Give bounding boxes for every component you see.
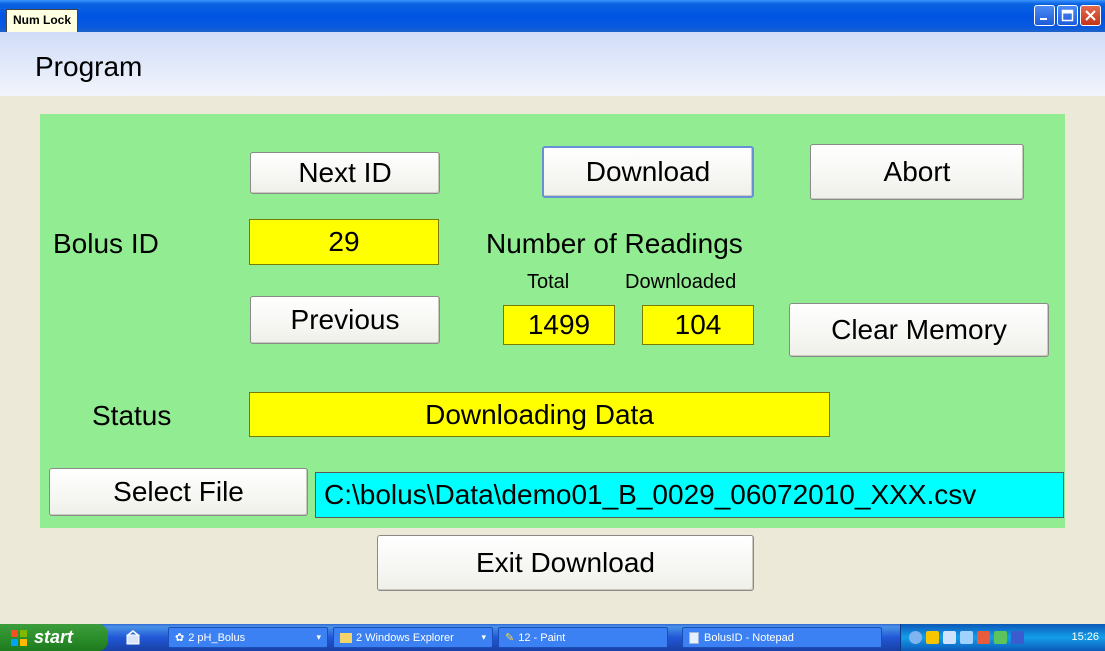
taskbar-item[interactable]: 2 Windows Explorer ▾	[333, 627, 493, 648]
next-id-button[interactable]: Next ID	[250, 152, 440, 194]
menu-bar	[0, 32, 1105, 96]
chevron-down-icon: ▾	[481, 632, 486, 642]
downloaded-readings-field: 104	[642, 305, 754, 345]
bolus-id-label: Bolus ID	[53, 228, 159, 259]
exit-download-button[interactable]: Exit Download	[377, 535, 754, 591]
taskbar-item-label: BolusID - Notepad	[704, 631, 794, 644]
windows-logo-icon	[11, 629, 27, 646]
bolus-id-field: 29	[249, 219, 439, 265]
quick-launch-icon[interactable]	[125, 630, 141, 646]
close-button[interactable]	[1080, 5, 1101, 26]
taskbar-item[interactable]: BolusID - Notepad	[682, 627, 882, 648]
download-button[interactable]: Download	[542, 146, 754, 198]
abort-button[interactable]: Abort	[810, 144, 1024, 200]
minimize-button[interactable]	[1034, 5, 1055, 26]
previous-button[interactable]: Previous	[250, 296, 440, 344]
tray-app-icon[interactable]	[1011, 631, 1024, 644]
select-file-button[interactable]: Select File	[49, 468, 308, 516]
antivirus-icon[interactable]	[977, 631, 990, 644]
minimize-icon	[1040, 18, 1047, 20]
start-label: start	[34, 627, 74, 647]
desktop-screen: Num Lock Program Next ID Download Abort …	[0, 0, 1105, 651]
file-path-field: C:\bolus\Data\demo01_B_0029_06072010_XXX…	[315, 472, 1064, 518]
downloaded-label: Downloaded	[625, 271, 737, 293]
update-icon[interactable]	[994, 631, 1007, 644]
status-label: Status	[92, 400, 172, 431]
total-readings-field: 1499	[503, 305, 615, 345]
taskbar-item[interactable]: ✎ 12 - Paint	[498, 627, 668, 648]
window-title-bar: Num Lock	[0, 0, 1105, 33]
clear-memory-button[interactable]: Clear Memory	[789, 303, 1049, 357]
menu-item-program[interactable]: Program	[35, 51, 142, 83]
network-icon[interactable]	[943, 631, 956, 644]
paint-icon: ✎	[505, 632, 515, 644]
close-icon	[1085, 10, 1096, 21]
taskbar-item-label: 12 - Paint	[518, 631, 566, 644]
total-label: Total	[527, 271, 570, 293]
app-icon: ✿	[175, 632, 185, 644]
clock: 15:26	[1071, 631, 1099, 643]
number-of-readings-label: Number of Readings	[486, 228, 743, 259]
status-field: Downloading Data	[249, 392, 830, 437]
maximize-button[interactable]	[1057, 5, 1078, 26]
volume-icon[interactable]	[960, 631, 973, 644]
chevron-down-icon: ▾	[316, 632, 321, 642]
taskbar-item-label: 2 pH_Bolus	[188, 631, 246, 644]
notepad-icon	[689, 631, 699, 644]
numlock-indicator: Num Lock	[6, 9, 79, 33]
start-button[interactable]: start	[0, 624, 108, 651]
taskbar-item-label: 2 Windows Explorer	[356, 631, 454, 644]
taskbar: start ✿ 2 pH_Bolus ▾ 2 Windows Explorer …	[0, 624, 1105, 651]
taskbar-item[interactable]: ✿ 2 pH_Bolus ▾	[168, 627, 328, 648]
shield-icon[interactable]	[926, 631, 939, 644]
tray-arrow-icon[interactable]	[909, 631, 922, 644]
maximize-icon	[1061, 9, 1074, 22]
folder-icon	[340, 632, 352, 643]
